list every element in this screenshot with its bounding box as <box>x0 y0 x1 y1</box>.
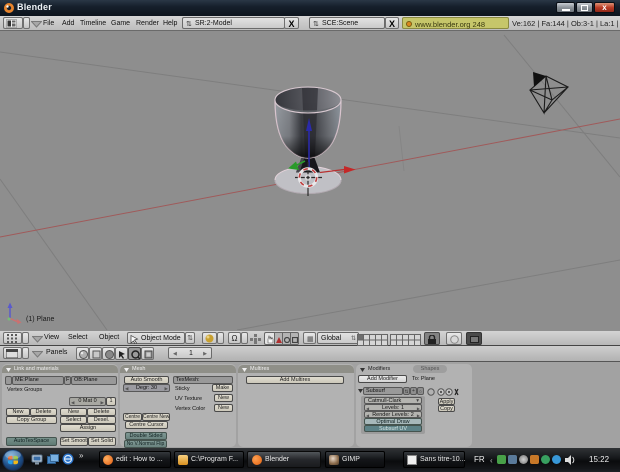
svg-text:(1) Plane: (1) Plane <box>26 316 55 323</box>
